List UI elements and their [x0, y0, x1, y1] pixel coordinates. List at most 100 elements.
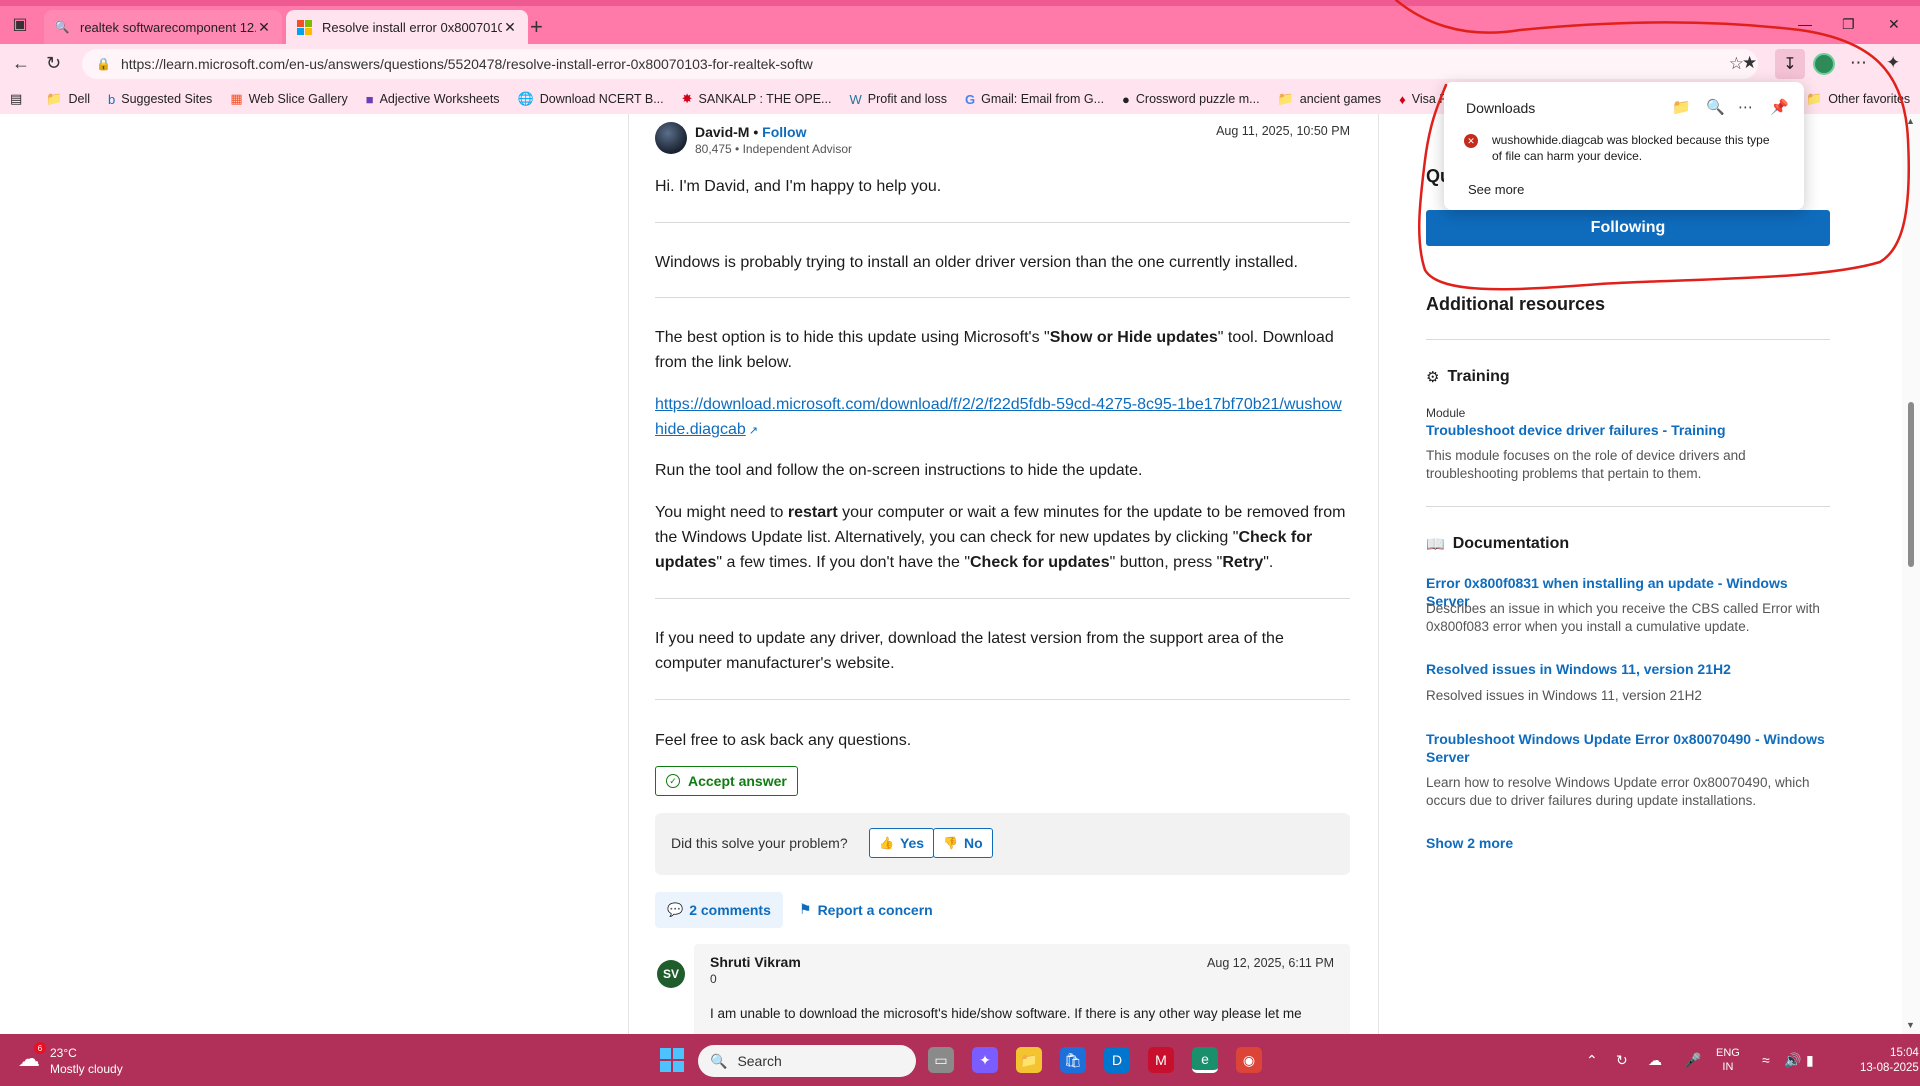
following-button[interactable]: Following — [1426, 210, 1830, 246]
refresh-icon[interactable]: ↻ — [46, 53, 61, 74]
weather-description[interactable]: Mostly cloudy — [50, 1062, 123, 1076]
author-name[interactable]: David-M — [695, 124, 749, 140]
tab-title: realtek softwarecomponent 12.0.0 — [80, 19, 256, 35]
globe-icon: 🌐 — [517, 91, 534, 106]
comments-button[interactable]: 💬 2 comments — [655, 892, 783, 928]
training-heading: ⚙ Training — [1426, 368, 1510, 386]
close-window-icon[interactable]: ✕ — [1888, 16, 1900, 33]
search-icon: 🔍 — [710, 1052, 728, 1069]
bookmark-apps-icon[interactable]: ▤ — [10, 91, 28, 107]
answer-paragraph: You might need to restart your computer … — [655, 504, 1346, 571]
module-description: This module focuses on the role of devic… — [1426, 448, 1746, 481]
favorites-icon[interactable]: ★ — [1742, 53, 1757, 73]
column-divider — [1378, 114, 1379, 1034]
back-icon[interactable]: ← — [12, 53, 30, 74]
edge-icon[interactable]: e — [1192, 1047, 1218, 1073]
mcafee-icon[interactable]: M — [1148, 1047, 1174, 1073]
bookmark-adjective-worksheets[interactable]: ■ Adjective Worksheets — [366, 92, 500, 107]
scroll-down-icon[interactable]: ▼ — [1906, 1020, 1915, 1030]
battery-icon[interactable]: ▮ — [1806, 1052, 1814, 1069]
yes-button[interactable]: 👍 Yes — [869, 828, 935, 858]
pin-icon[interactable]: 📌 — [1770, 98, 1789, 116]
store-icon[interactable]: 🛍 — [1060, 1047, 1086, 1073]
start-button[interactable] — [660, 1048, 684, 1072]
avatar[interactable]: SV — [657, 960, 685, 988]
author-reputation: 80,475 • Independent Advisor — [695, 142, 852, 156]
show-more-link[interactable]: Show 2 more — [1426, 834, 1830, 852]
search-icon[interactable]: 🔍 — [1706, 98, 1725, 116]
module-link[interactable]: Troubleshoot device driver failures - Tr… — [1426, 421, 1830, 439]
doc-link[interactable]: Resolved issues in Windows 11, version 2… — [1426, 660, 1830, 678]
follow-link[interactable]: Follow — [762, 124, 806, 140]
windows-icon: ▦ — [230, 91, 243, 106]
minimize-icon[interactable]: — — [1798, 16, 1812, 32]
more-options-icon[interactable]: ⋯ — [1738, 98, 1753, 116]
divider — [655, 598, 1350, 599]
sync-icon[interactable]: ↻ — [1616, 1052, 1628, 1069]
see-more-button[interactable]: See more — [1468, 182, 1524, 197]
book-icon: 📖 — [1426, 536, 1445, 553]
address-input[interactable]: 🔒 https://learn.microsoft.com/en-us/answ… — [82, 49, 1758, 79]
task-view-icon[interactable]: ▭ — [928, 1047, 954, 1073]
bookmark-dell[interactable]: 📁 Dell — [46, 91, 90, 107]
tab-actions-icon[interactable]: ▣ — [10, 14, 30, 34]
tab-resolve-install-error[interactable]: Resolve install error 0x80070103 for ✕ — [286, 10, 528, 44]
volume-icon[interactable]: 🔊 — [1784, 1052, 1801, 1069]
chevron-up-icon[interactable]: ⌃ — [1586, 1052, 1598, 1069]
avatar[interactable] — [655, 122, 687, 154]
wifi-icon[interactable]: ≈ — [1762, 1052, 1770, 1068]
bookmark-suggested-sites[interactable]: b Suggested Sites — [108, 92, 212, 107]
downloads-title: Downloads — [1466, 100, 1536, 116]
no-button[interactable]: 👎 No — [933, 828, 993, 858]
close-icon[interactable]: ✕ — [502, 19, 518, 36]
profile-avatar[interactable] — [1813, 53, 1835, 75]
microphone-icon[interactable]: 🎤 — [1684, 1052, 1701, 1069]
comment-author[interactable]: Shruti Vikram — [710, 954, 801, 970]
answer-paragraph: The best option is to hide this update u… — [655, 329, 1334, 371]
report-concern-link[interactable]: ⚑ Report a concern — [799, 901, 933, 918]
answer-date: Aug 11, 2025, 10:50 PM — [1216, 124, 1350, 138]
downloads-button[interactable]: ↧ — [1775, 49, 1805, 79]
doc-link[interactable]: Troubleshoot Windows Update Error 0x8007… — [1426, 730, 1830, 766]
search-icon: 🔍 — [54, 20, 70, 34]
tab-realtek[interactable]: 🔍 realtek softwarecomponent 12.0.0 ✕ — [44, 10, 282, 44]
language-indicator[interactable]: ENG IN — [1716, 1046, 1740, 1074]
bookmark-other-favorites[interactable]: 📁 Other favorites — [1806, 91, 1910, 107]
bookmark-web-slice-gallery[interactable]: ▦ Web Slice Gallery — [230, 91, 347, 107]
taskbar-search[interactable]: 🔍 Search — [698, 1045, 916, 1077]
bookmark-gmail[interactable]: G Gmail: Email from G... — [965, 92, 1104, 107]
restore-icon[interactable]: ❐ — [1842, 16, 1855, 33]
dell-icon[interactable]: D — [1104, 1047, 1130, 1073]
new-tab-button[interactable]: + — [530, 14, 543, 40]
close-icon[interactable]: ✕ — [256, 19, 272, 36]
chrome-icon[interactable]: ◉ — [1236, 1047, 1262, 1073]
column-divider — [628, 114, 629, 1034]
bookmark-sankalp[interactable]: ✸ SANKALP : THE OPE... — [682, 91, 832, 107]
page-scrollbar[interactable]: ▲ ▼ — [1902, 114, 1920, 1034]
folder-icon: 📁 — [1277, 91, 1294, 106]
file-explorer-icon[interactable]: 📁 — [1016, 1047, 1042, 1073]
open-folder-icon[interactable]: 📁 — [1672, 98, 1691, 116]
wordpress-icon: W — [849, 91, 862, 107]
clock[interactable]: 15:04 13-08-2025 — [1860, 1046, 1919, 1076]
onedrive-icon[interactable]: ☁ — [1648, 1052, 1662, 1069]
accept-answer-button[interactable]: ✓ Accept answer — [655, 766, 798, 796]
bookmark-download-ncert[interactable]: 🌐 Download NCERT B... — [518, 91, 664, 107]
weather-temperature[interactable]: 23°C — [50, 1046, 77, 1060]
copilot-icon[interactable]: ✦ — [1886, 53, 1900, 73]
address-bar-row: ← ↻ 🔒 https://learn.microsoft.com/en-us/… — [0, 44, 1920, 84]
feedback-box: Did this solve your problem? 👍 Yes 👎 No — [655, 813, 1350, 875]
bookmark-profit-and-loss[interactable]: W Profit and loss — [849, 92, 947, 107]
download-link[interactable]: https://download.microsoft.com/download/… — [655, 392, 1350, 444]
answer-paragraph: Feel free to ask back any questions. — [655, 732, 912, 749]
copilot-app-icon[interactable]: ✦ — [972, 1047, 998, 1073]
folder-icon: 📁 — [46, 91, 63, 106]
scroll-thumb[interactable] — [1908, 402, 1914, 567]
lock-icon[interactable]: 🔒 — [96, 57, 111, 71]
bookmark-crossword[interactable]: ● Crossword puzzle m... — [1122, 92, 1260, 107]
bookmark-ancient-games[interactable]: 📁 ancient games — [1278, 91, 1382, 107]
external-link-icon: ↗ — [745, 425, 759, 437]
thumbs-down-icon: 👎 — [943, 836, 958, 850]
scroll-up-icon[interactable]: ▲ — [1906, 116, 1915, 126]
more-icon[interactable]: ⋯ — [1850, 53, 1867, 73]
